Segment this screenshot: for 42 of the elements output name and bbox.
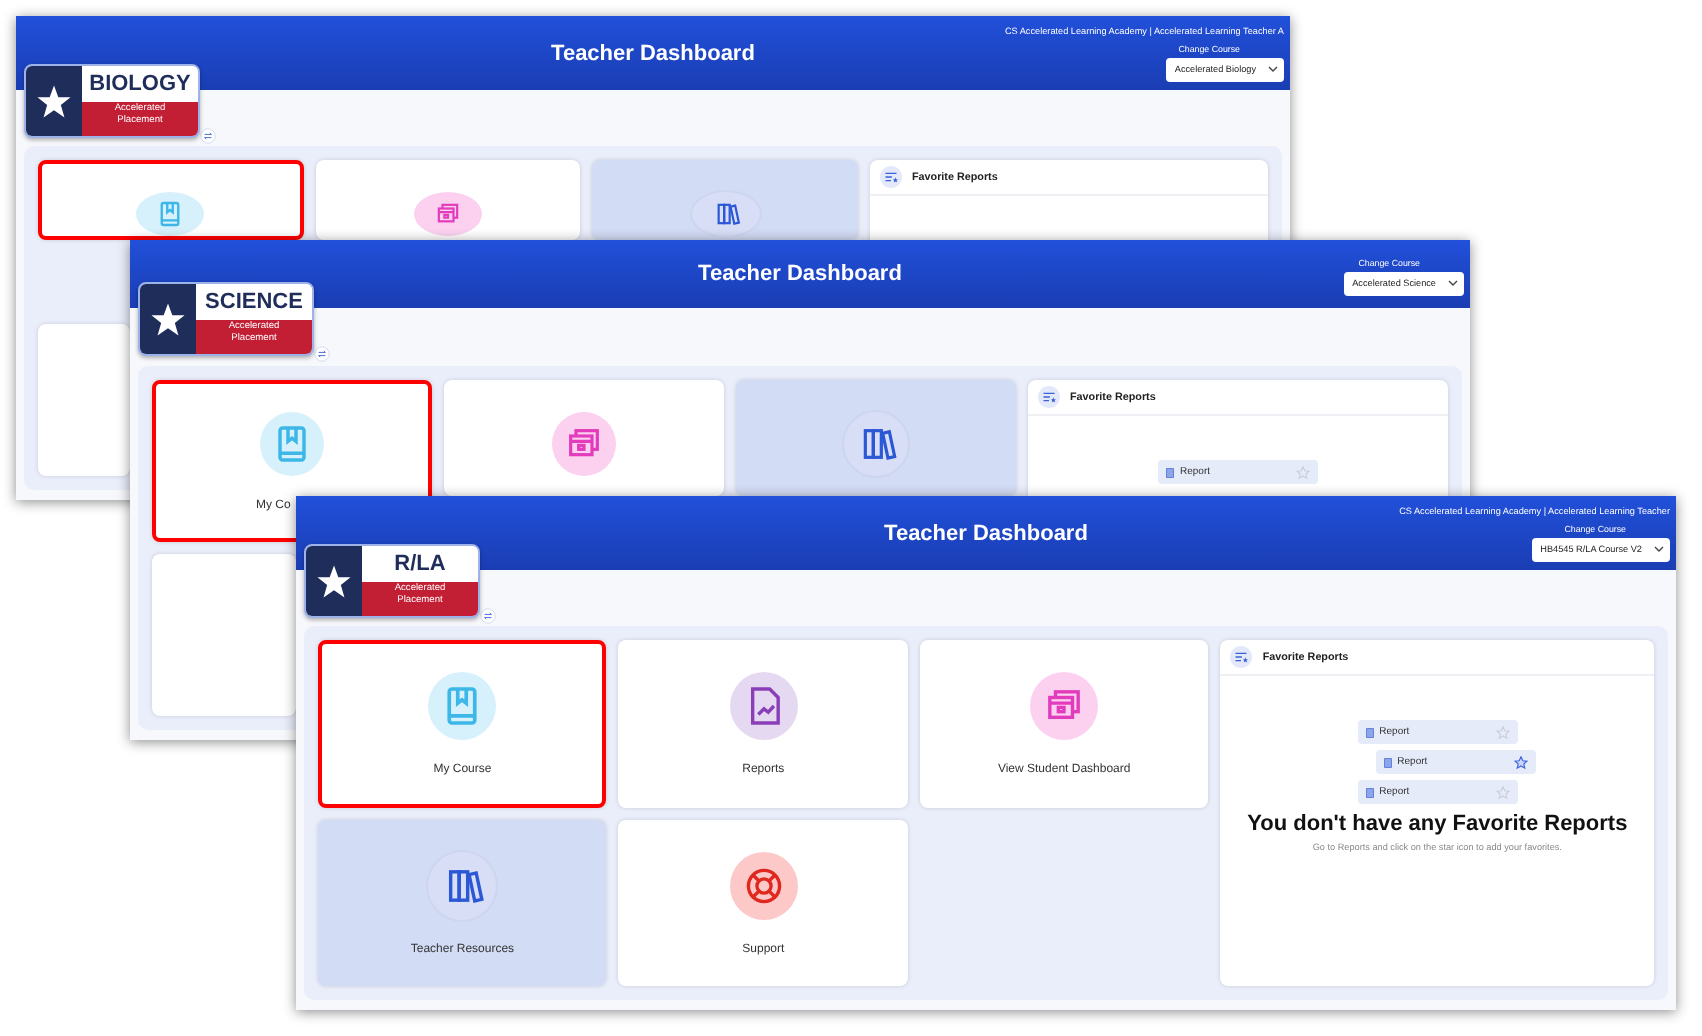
- star-icon: [316, 563, 352, 599]
- book-icon: [428, 672, 497, 740]
- empty-state-title: You don't have any Favorite Reports: [1247, 812, 1628, 836]
- subject-name: BIOLOGY: [82, 66, 198, 102]
- list-star-icon: [1038, 386, 1060, 408]
- book-icon: [260, 412, 324, 476]
- swap-icon[interactable]: [314, 346, 330, 362]
- swap-icon[interactable]: [480, 608, 496, 624]
- book-icon: [136, 192, 205, 236]
- dashboard-title: Teacher Dashboard: [698, 262, 902, 286]
- windows-icon: [552, 412, 616, 476]
- dashboard-tile[interactable]: [38, 324, 130, 476]
- star-icon: [150, 301, 186, 337]
- books-icon: [428, 851, 497, 919]
- list-star-icon: [1230, 646, 1253, 668]
- caret-icon: [1268, 66, 1278, 72]
- document-icon: [1365, 727, 1374, 737]
- star-icon[interactable]: [1513, 755, 1528, 769]
- document-icon: [1383, 757, 1392, 767]
- document-icon: [1365, 787, 1374, 797]
- dashboard-tile[interactable]: [38, 160, 304, 240]
- dashboard-title: Teacher Dashboard: [884, 521, 1088, 545]
- caret-icon: [1654, 546, 1664, 552]
- dashboard-title: Teacher Dashboard: [551, 41, 755, 65]
- dashboard-tile[interactable]: [315, 160, 581, 240]
- books-icon: [691, 192, 760, 236]
- list-star-icon: [880, 166, 902, 188]
- subject-name: SCIENCE: [196, 284, 312, 320]
- dashboard-tile[interactable]: [592, 160, 858, 240]
- report-document-icon: [729, 672, 798, 740]
- swap-icon[interactable]: [200, 128, 216, 144]
- star-icon: [36, 83, 72, 119]
- windows-icon: [413, 192, 482, 236]
- subject-name: R/LA: [362, 546, 478, 582]
- lifebuoy-icon: [729, 851, 798, 919]
- caret-icon: [1448, 280, 1458, 286]
- dashboard-tile[interactable]: [736, 380, 1016, 496]
- dashboard-tile[interactable]: [152, 554, 296, 716]
- dashboard-tile[interactable]: [444, 380, 724, 496]
- books-icon: [844, 412, 908, 476]
- windows-icon: [1030, 672, 1099, 740]
- document-icon: [1166, 467, 1174, 477]
